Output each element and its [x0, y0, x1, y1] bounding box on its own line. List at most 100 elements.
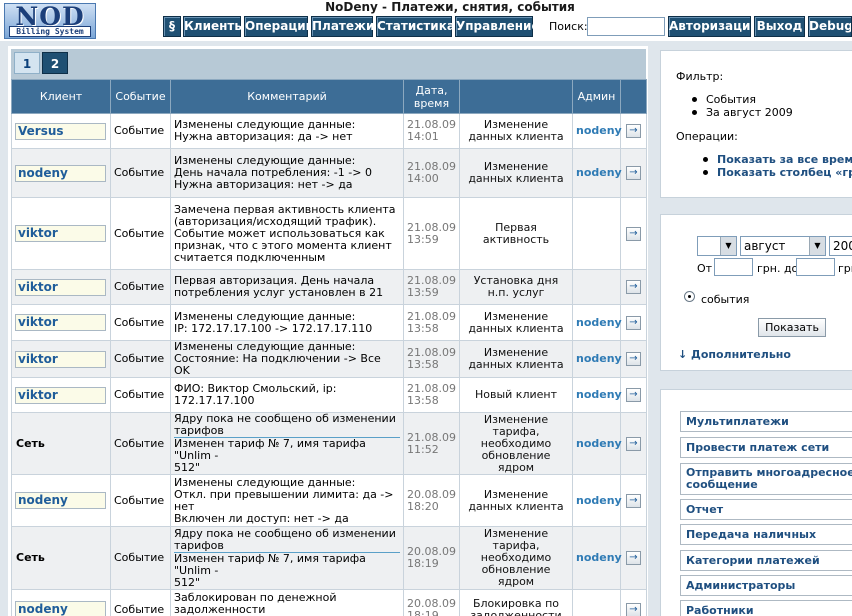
menu-item-report[interactable]: Отчет [680, 499, 852, 520]
arrow-right-icon[interactable]: → [626, 226, 641, 241]
cell-go: → [620, 589, 647, 616]
cell-admin[interactable]: nodeny [572, 377, 622, 413]
time-value: 14:01 [407, 130, 439, 143]
arrow-right-icon[interactable]: → [626, 388, 641, 402]
nav-management-button[interactable]: Управление [455, 16, 540, 37]
arrow-right-icon[interactable]: → [626, 166, 641, 180]
cell-admin[interactable]: nodeny [572, 304, 622, 341]
show-group-column-link[interactable]: Показать столбец «гру [702, 166, 852, 179]
cell-event: Событие [110, 589, 171, 616]
menu-item-multipayments[interactable]: Мультиплатежи [680, 411, 852, 432]
search-input[interactable] [587, 17, 665, 36]
arrow-right-icon[interactable]: → [626, 280, 641, 294]
day-select[interactable]: ▼ [697, 236, 737, 256]
comment-line: (авторизация/исходящий трафик). [174, 214, 377, 228]
cell-admin[interactable]: nodeny [572, 148, 622, 198]
show-button[interactable]: Показать [758, 318, 826, 337]
cell-event: Событие [110, 412, 171, 475]
events-table: Клиент Событие Комментарий Дата, время А… [11, 79, 647, 616]
client-link[interactable]: Versus [15, 122, 106, 140]
arrow-right-icon[interactable]: → [626, 602, 641, 616]
client-link[interactable]: nodeny [15, 164, 106, 182]
comment-line: Состояние: На подключении -> Все OK [174, 352, 381, 377]
table-row: Versus Событие Изменены следующие данные: Н… [11, 113, 647, 149]
cell-event: Событие [110, 340, 171, 378]
menu-item-payment-categories[interactable]: Категории платежей [680, 550, 852, 571]
table-row: Сеть Событие Ядру пока не сообщено об изме… [11, 412, 647, 475]
debug-button[interactable]: Debug_ [808, 16, 852, 37]
arrow-right-icon[interactable]: → [626, 493, 641, 508]
time-value: 18:19 [407, 608, 439, 616]
to-label: грн. до [757, 262, 799, 275]
logo[interactable]: NOD Billing System [4, 3, 96, 39]
cell-admin[interactable]: nodeny [572, 526, 622, 590]
cell-comment: Первая авторизация. День начала потреблен… [170, 269, 404, 305]
table-row: nodeny Событие Изменены следующие данные: О… [11, 474, 647, 527]
menu-item-network-payment[interactable]: Провести платеж сети [680, 437, 852, 458]
arrow-right-icon[interactable]: → [626, 436, 641, 451]
arrow-right-icon[interactable]: → [626, 551, 641, 565]
logo-subtitle: Billing System [9, 26, 91, 37]
comment-line: признак, что с этого момента клиент [174, 238, 392, 252]
show-all-time-link[interactable]: Показать за все время [702, 153, 852, 166]
cell-action: Изменение данных клиента [459, 304, 573, 341]
page-button-1[interactable]: 1 [14, 52, 40, 74]
events-radio[interactable] [684, 291, 695, 302]
arrow-right-icon[interactable]: → [626, 315, 641, 330]
page-button-2[interactable]: 2 [42, 52, 68, 74]
cell-admin[interactable]: nodeny [572, 474, 622, 527]
cell-comment: Заблокирован по денежной задолженности10… [170, 589, 404, 616]
comment-line: Изменен тариф № 7, имя тарифа "Unlim - [174, 437, 366, 462]
client-link[interactable]: nodeny [15, 601, 106, 616]
client-link[interactable]: viktor [15, 350, 106, 368]
cell-action: Изменение данных клиента [459, 340, 573, 378]
client-link[interactable]: viktor [15, 314, 106, 331]
cell-date: 21.08.09 13:59 [403, 269, 460, 305]
cell-admin[interactable]: nodeny [572, 340, 622, 378]
auth-button[interactable]: Авторизация [668, 16, 751, 37]
date-value: 21.08.09 [407, 430, 456, 444]
comment-line: IP: 172.17.17.100 -> 172.17.17.110 [174, 321, 373, 335]
client-link[interactable]: viktor [15, 386, 106, 404]
cell-action: Изменение данных клиента [459, 113, 573, 149]
column-header-event: Событие [110, 79, 171, 114]
cell-client: nodeny [11, 148, 111, 198]
cell-action: Изменение данных клиента [459, 474, 573, 527]
cell-go: → [620, 474, 647, 527]
cell-comment: Ядру пока не сообщено об изменении тарифо… [170, 412, 404, 475]
year-select[interactable]: 200 [829, 236, 852, 256]
top-bar: NOD Billing System NoDeny - Платежи, сня… [0, 0, 852, 40]
nav-payments-button[interactable]: Платежи [311, 16, 374, 37]
arrow-right-icon[interactable]: → [626, 124, 641, 138]
exit-button[interactable]: Выход [754, 16, 805, 37]
client-link[interactable]: nodeny [15, 492, 106, 509]
nav-home-button[interactable]: § [163, 16, 181, 37]
cell-go: → [620, 197, 647, 270]
menu-item-workers[interactable]: Работники [680, 600, 852, 616]
client-link[interactable]: viktor [15, 225, 106, 242]
cell-admin[interactable]: nodeny [572, 412, 622, 475]
time-value: 13:58 [407, 358, 439, 371]
nav-clients-button[interactable]: Клиенты [183, 16, 245, 37]
nav-operations-button[interactable]: Операции [244, 16, 314, 37]
arrow-right-icon[interactable]: → [626, 352, 641, 366]
nav-statistics-button[interactable]: Статистика [376, 16, 455, 37]
cell-comment: Изменены следующие данные: Нужна авториза… [170, 113, 404, 149]
cell-event: Событие [110, 148, 171, 198]
time-value: 13:58 [407, 394, 439, 407]
menu-item-multicast-message[interactable]: Отправить многоадресное сообщение [680, 463, 852, 495]
month-select[interactable]: август ▼ [740, 236, 826, 256]
more-options-link[interactable]: ↓ Дополнительно [678, 348, 791, 361]
page-title: NoDeny - Платежи, снятия, события [325, 0, 575, 14]
cell-admin [572, 197, 621, 270]
cell-client: viktor [11, 340, 111, 378]
menu-item-cash-transfer[interactable]: Передача наличных [680, 524, 852, 545]
amount-from-input[interactable] [714, 258, 753, 276]
amount-to-input[interactable] [796, 258, 835, 276]
cell-admin[interactable]: nodeny [572, 113, 622, 149]
client-link[interactable]: viktor [15, 278, 106, 296]
menu-item-administrators[interactable]: Администраторы [680, 575, 852, 596]
comment-line: Изменены следующие данные: [174, 309, 356, 323]
table-row: nodeny Событие Изменены следующие данные: Д… [11, 148, 647, 198]
events-table-body: Versus Событие Изменены следующие данные: Н… [11, 113, 647, 616]
